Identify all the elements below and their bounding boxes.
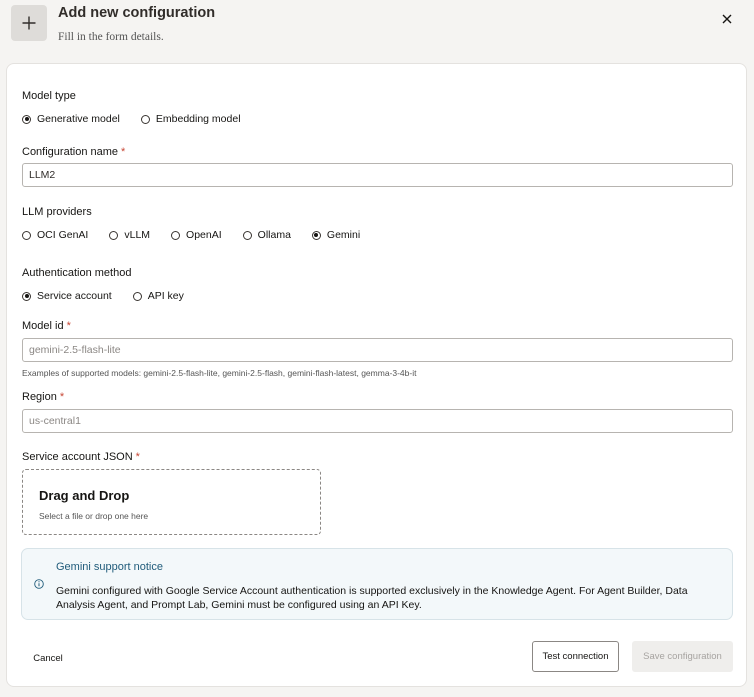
save-configuration-button[interactable]: Save configuration xyxy=(632,641,733,672)
radio-indicator xyxy=(171,230,181,240)
plus-icon xyxy=(11,5,47,41)
model-id-label: Model id * xyxy=(22,320,71,332)
radio-generative-model[interactable]: Generative model xyxy=(22,113,120,125)
label-text: Region xyxy=(22,391,57,403)
form-panel: Model type Generative model Embedding mo… xyxy=(6,63,747,687)
required-marker: * xyxy=(66,320,71,332)
radio-label: Service account xyxy=(37,290,112,302)
radio-indicator xyxy=(132,291,142,301)
configuration-name-input[interactable] xyxy=(22,163,733,187)
radio-selected-indicator xyxy=(22,114,31,124)
close-icon xyxy=(722,14,732,24)
radio-label: Generative model xyxy=(37,113,120,125)
configuration-name-label: Configuration name * xyxy=(22,146,125,158)
dropzone-subtitle: Select a file or drop one here xyxy=(39,511,149,521)
gemini-support-notice: Gemini support notice Gemini configured … xyxy=(21,548,733,620)
required-marker: * xyxy=(59,391,65,403)
required-marker: * xyxy=(135,451,140,463)
radio-indicator xyxy=(242,230,252,240)
label-text: Model id xyxy=(22,320,64,332)
radio-indicator xyxy=(140,114,150,124)
radio-ollama[interactable]: Ollama xyxy=(242,229,291,241)
radio-label: Ollama xyxy=(257,229,291,241)
auth-method-label: Authentication method xyxy=(22,267,132,279)
notice-body: Gemini configured with Google Service Ac… xyxy=(56,585,688,611)
llm-providers-label: LLM providers xyxy=(22,206,92,218)
test-connection-button[interactable]: Test connection xyxy=(532,641,619,672)
radio-indicator xyxy=(22,230,31,240)
radio-vllm[interactable]: vLLM xyxy=(109,229,150,241)
dropzone-title: Drag and Drop xyxy=(39,488,130,503)
radio-selected-indicator xyxy=(311,230,321,240)
radio-oci-genai[interactable]: OCI GenAI xyxy=(22,229,88,241)
dialog-subtitle: Fill in the form details. xyxy=(58,31,164,43)
notice-title: Gemini support notice xyxy=(56,561,163,573)
radio-label: API key xyxy=(147,290,184,302)
radio-label: Embedding model xyxy=(155,113,241,125)
radio-indicator xyxy=(109,230,119,240)
label-text: Configuration name xyxy=(22,146,119,158)
radio-gemini[interactable]: Gemini xyxy=(311,229,361,241)
auth-method-radio-group: Service account API key xyxy=(22,290,205,302)
llm-providers-radio-group: OCI GenAI vLLM OpenAI Ollama Gemini xyxy=(22,229,381,241)
close-button[interactable] xyxy=(716,8,738,30)
file-dropzone[interactable]: Drag and Drop Select a file or drop one … xyxy=(22,469,321,535)
required-marker: * xyxy=(121,146,126,158)
radio-label: Gemini xyxy=(326,229,361,241)
region-input[interactable] xyxy=(22,409,733,433)
model-id-hint: Examples of supported models: gemini-2.5… xyxy=(22,368,417,378)
radio-openai[interactable]: OpenAI xyxy=(171,229,222,241)
radio-api-key[interactable]: API key xyxy=(132,290,184,302)
radio-selected-indicator xyxy=(22,291,31,301)
radio-service-account[interactable]: Service account xyxy=(22,290,112,302)
dialog-title: Add new configuration xyxy=(58,5,216,21)
info-icon xyxy=(34,579,44,589)
region-label: Region * xyxy=(22,391,64,403)
model-id-input[interactable] xyxy=(22,338,733,362)
radio-label: OCI GenAI xyxy=(37,229,89,241)
label-text: Service account JSON xyxy=(22,451,133,463)
service-account-label: Service account JSON * xyxy=(22,451,140,463)
radio-label: OpenAI xyxy=(186,229,222,241)
model-type-radio-group: Generative model Embedding model xyxy=(22,113,262,125)
dialog-header: Add new configuration Fill in the form d… xyxy=(0,0,754,62)
radio-embedding-model[interactable]: Embedding model xyxy=(140,113,241,125)
radio-label: vLLM xyxy=(124,229,151,241)
cancel-button[interactable]: Cancel xyxy=(25,647,71,669)
model-type-label: Model type xyxy=(22,90,76,102)
